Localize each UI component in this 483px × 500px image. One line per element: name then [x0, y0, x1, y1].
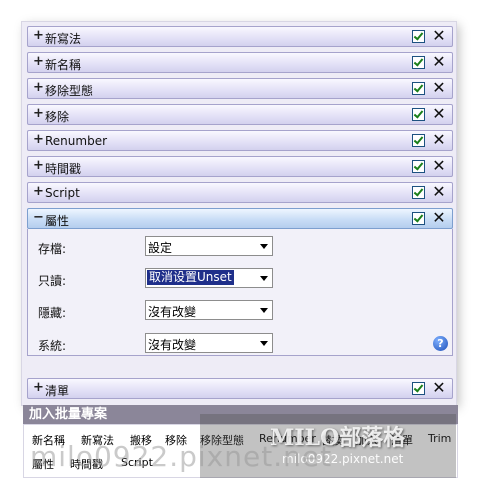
close-icon[interactable]: ✕ — [431, 27, 447, 45]
expand-toggle[interactable]: + — [33, 106, 44, 121]
rule-title[interactable]: Script — [45, 186, 80, 200]
rule-title[interactable]: 屬性 — [45, 212, 69, 229]
close-icon[interactable]: ✕ — [431, 209, 447, 227]
rule-row-remove[interactable]: + 移除 ✕ — [27, 104, 453, 125]
close-icon[interactable]: ✕ — [431, 157, 447, 175]
archive-value: 設定 — [148, 241, 173, 255]
readonly-value: 取消设置Unset — [147, 270, 234, 285]
expand-toggle[interactable]: + — [33, 158, 44, 173]
close-icon[interactable]: ✕ — [431, 183, 447, 201]
tag-trim[interactable]: Trim — [428, 432, 451, 445]
rule-row-script[interactable]: + Script ✕ — [27, 182, 453, 203]
enable-checkbox[interactable] — [412, 56, 425, 69]
rule-row-timestamp[interactable]: + 時間戳 ✕ — [27, 156, 453, 177]
enable-checkbox[interactable] — [412, 212, 425, 225]
collapse-toggle[interactable]: − — [33, 210, 44, 225]
rule-row-list[interactable]: + 清單 ✕ — [27, 378, 453, 399]
rule-title[interactable]: 時間戳 — [45, 160, 81, 177]
dropdown-arrow-icon[interactable] — [260, 308, 268, 313]
expand-toggle[interactable]: + — [33, 380, 44, 395]
dropdown-arrow-icon[interactable] — [260, 276, 268, 281]
rule-row-new-case[interactable]: + 新寫法 ✕ — [27, 26, 453, 47]
close-icon[interactable]: ✕ — [431, 379, 447, 397]
hidden-value: 沒有改變 — [148, 305, 197, 319]
watermark-url-large: milo0922.pixnet.net — [30, 440, 333, 473]
dropdown-arrow-icon[interactable] — [260, 341, 268, 346]
attributes-panel: 存檔: 設定 只讀: 取消设置Unset 隱藏: 沒有改變 系統: 沒有改變 ? — [27, 229, 453, 356]
rule-title[interactable]: 移除型態 — [45, 82, 93, 99]
close-icon[interactable]: ✕ — [431, 53, 447, 71]
close-icon[interactable]: ✕ — [431, 105, 447, 123]
archive-select[interactable]: 設定 — [145, 236, 273, 256]
system-value: 沒有改變 — [148, 338, 197, 352]
rule-title[interactable]: 新寫法 — [45, 30, 81, 47]
enable-checkbox[interactable] — [412, 82, 425, 95]
enable-checkbox[interactable] — [412, 382, 425, 395]
rule-title[interactable]: 清單 — [45, 382, 69, 399]
close-icon[interactable]: ✕ — [431, 131, 447, 149]
rule-row-new-name[interactable]: + 新名稱 ✕ — [27, 52, 453, 73]
close-icon[interactable]: ✕ — [431, 79, 447, 97]
hidden-select[interactable]: 沒有改變 — [145, 300, 273, 320]
expand-toggle[interactable]: + — [33, 28, 44, 43]
rule-row-attributes[interactable]: − 屬性 ✕ — [27, 208, 453, 229]
readonly-select[interactable]: 取消设置Unset — [145, 268, 273, 288]
enable-checkbox[interactable] — [412, 134, 425, 147]
enable-checkbox[interactable] — [412, 186, 425, 199]
expand-toggle[interactable]: + — [33, 54, 44, 69]
help-icon[interactable]: ? — [433, 336, 448, 351]
enable-checkbox[interactable] — [412, 30, 425, 43]
enable-checkbox[interactable] — [412, 108, 425, 121]
hidden-label: 隱藏: — [38, 306, 67, 320]
rules-panel: + 新寫法 ✕ + 新名稱 ✕ + 移除型態 ✕ + 移除 ✕ + Renumb… — [22, 22, 456, 405]
rule-title[interactable]: Renumber — [45, 134, 107, 148]
rule-row-remove-pattern[interactable]: + 移除型態 ✕ — [27, 78, 453, 99]
system-select[interactable]: 沒有改變 — [145, 333, 273, 353]
enable-checkbox[interactable] — [412, 160, 425, 173]
readonly-label: 只讀: — [38, 274, 67, 288]
expand-toggle[interactable]: + — [33, 184, 44, 199]
archive-label: 存檔: — [38, 242, 67, 256]
expand-toggle[interactable]: + — [33, 80, 44, 95]
rule-title[interactable]: 移除 — [45, 108, 69, 125]
system-label: 系統: — [38, 339, 67, 353]
dropdown-arrow-icon[interactable] — [260, 244, 268, 249]
rule-title[interactable]: 新名稱 — [45, 56, 81, 73]
expand-toggle[interactable]: + — [33, 132, 44, 147]
rule-row-renumber[interactable]: + Renumber ✕ — [27, 130, 453, 151]
